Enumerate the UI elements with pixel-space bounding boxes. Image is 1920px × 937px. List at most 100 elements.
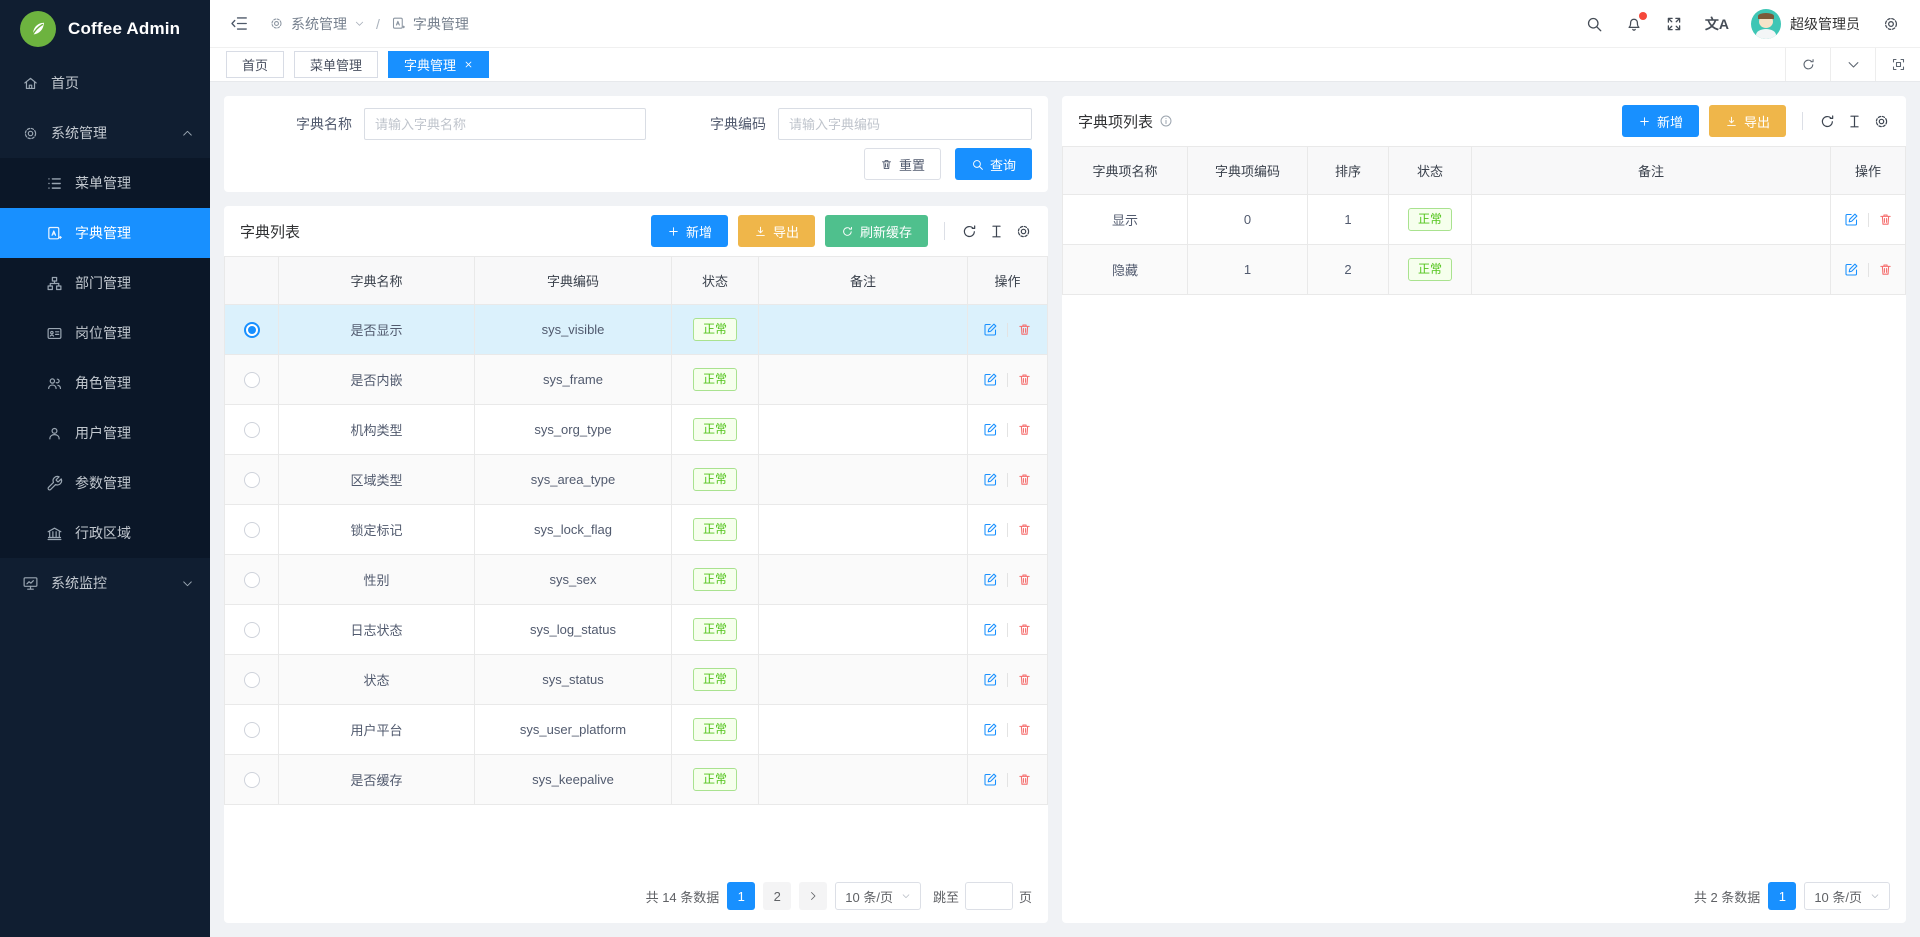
roles-icon <box>46 375 63 392</box>
cell-code: sys_lock_flag <box>475 505 672 555</box>
page-2-button[interactable]: 2 <box>763 882 791 910</box>
user-menu[interactable]: 超级管理员 <box>1751 9 1860 39</box>
column-settings-icon[interactable] <box>1873 113 1890 130</box>
edit-icon[interactable] <box>1844 212 1859 227</box>
chevron-down-icon <box>1846 57 1861 72</box>
row-radio[interactable] <box>244 322 260 338</box>
row-radio[interactable] <box>244 672 260 688</box>
delete-icon[interactable] <box>1017 572 1032 587</box>
add-item-button[interactable]: 新增 <box>1622 105 1699 137</box>
edit-icon[interactable] <box>983 422 998 437</box>
edit-icon[interactable] <box>983 772 998 787</box>
edit-icon[interactable] <box>983 622 998 637</box>
cell-code: sys_frame <box>475 355 672 405</box>
reload-table-icon[interactable] <box>1819 113 1836 130</box>
dict-name-input[interactable] <box>364 108 646 140</box>
page-1-button[interactable]: 1 <box>727 882 755 910</box>
next-page-button[interactable] <box>799 882 827 910</box>
sidebar-item-monitor[interactable]: 系统监控 <box>0 558 210 608</box>
table-row[interactable]: 是否显示 sys_visible 正常 <box>225 305 1048 355</box>
sidebar-item-role-mgmt[interactable]: 角色管理 <box>0 358 210 408</box>
table-row[interactable]: 机构类型 sys_org_type 正常 <box>225 405 1048 455</box>
notification-bell[interactable] <box>1625 15 1643 33</box>
edit-icon[interactable] <box>983 472 998 487</box>
export-button[interactable]: 导出 <box>738 215 815 247</box>
fullscreen-icon[interactable] <box>1665 15 1683 33</box>
edit-icon[interactable] <box>983 522 998 537</box>
dict-code-input[interactable] <box>778 108 1032 140</box>
delete-icon[interactable] <box>1017 322 1032 337</box>
reset-button[interactable]: 重置 <box>864 148 941 180</box>
delete-icon[interactable] <box>1017 672 1032 687</box>
table-row[interactable]: 状态 sys_status 正常 <box>225 655 1048 705</box>
translate-icon[interactable]: 文A <box>1705 17 1729 31</box>
refresh-cache-button[interactable]: 刷新缓存 <box>825 215 928 247</box>
row-radio[interactable] <box>244 522 260 538</box>
query-button[interactable]: 查询 <box>955 148 1032 180</box>
sidebar-item-user-mgmt[interactable]: 用户管理 <box>0 408 210 458</box>
sidebar-item-system[interactable]: 系统管理 <box>0 108 210 158</box>
row-radio[interactable] <box>244 772 260 788</box>
column-settings-icon[interactable] <box>1015 223 1032 240</box>
delete-icon[interactable] <box>1017 372 1032 387</box>
jump-page-input[interactable] <box>965 882 1013 910</box>
density-icon[interactable] <box>1846 113 1863 130</box>
breadcrumb-section[interactable]: 系统管理 <box>291 14 347 34</box>
delete-icon[interactable] <box>1878 212 1893 227</box>
edit-icon[interactable] <box>983 322 998 337</box>
delete-icon[interactable] <box>1878 262 1893 277</box>
sidebar-item-dept-mgmt[interactable]: 部门管理 <box>0 258 210 308</box>
table-row[interactable]: 隐藏 1 2 正常 <box>1063 245 1906 295</box>
settings-gear-icon[interactable] <box>1882 15 1900 33</box>
sidebar-item-post-mgmt[interactable]: 岗位管理 <box>0 308 210 358</box>
reload-table-icon[interactable] <box>961 223 978 240</box>
add-button[interactable]: 新增 <box>651 215 728 247</box>
delete-icon[interactable] <box>1017 422 1032 437</box>
tab-options-button[interactable] <box>1830 48 1875 81</box>
row-radio[interactable] <box>244 722 260 738</box>
page-size-select[interactable]: 10 条/页 <box>835 882 921 910</box>
table-row[interactable]: 显示 0 1 正常 <box>1063 195 1906 245</box>
search-icon[interactable] <box>1585 15 1603 33</box>
delete-icon[interactable] <box>1017 622 1032 637</box>
delete-icon[interactable] <box>1017 522 1032 537</box>
delete-icon[interactable] <box>1017 722 1032 737</box>
delete-icon[interactable] <box>1017 472 1032 487</box>
table-row[interactable]: 锁定标记 sys_lock_flag 正常 <box>225 505 1048 555</box>
edit-icon[interactable] <box>1844 262 1859 277</box>
table-row[interactable]: 区域类型 sys_area_type 正常 <box>225 455 1048 505</box>
refresh-page-button[interactable] <box>1785 48 1830 81</box>
edit-icon[interactable] <box>983 722 998 737</box>
page-1-button[interactable]: 1 <box>1768 882 1796 910</box>
edit-icon[interactable] <box>983 572 998 587</box>
row-radio[interactable] <box>244 572 260 588</box>
table-row[interactable]: 是否缓存 sys_keepalive 正常 <box>225 755 1048 805</box>
edit-icon[interactable] <box>983 672 998 687</box>
delete-icon[interactable] <box>1017 772 1032 787</box>
tab-bar: 首页 菜单管理 字典管理 <box>210 48 1920 82</box>
tab-menu-mgmt[interactable]: 菜单管理 <box>294 51 378 78</box>
tab-home[interactable]: 首页 <box>226 51 284 78</box>
page-size-select[interactable]: 10 条/页 <box>1804 882 1890 910</box>
table-row[interactable]: 是否内嵌 sys_frame 正常 <box>225 355 1048 405</box>
sidebar-item-home[interactable]: 首页 <box>0 58 210 108</box>
sidebar-item-param-mgmt[interactable]: 参数管理 <box>0 458 210 508</box>
export-items-button[interactable]: 导出 <box>1709 105 1786 137</box>
sidebar-item-dict-mgmt[interactable]: 字典管理 <box>0 208 210 258</box>
maximize-button[interactable] <box>1875 48 1920 81</box>
table-row[interactable]: 用户平台 sys_user_platform 正常 <box>225 705 1048 755</box>
row-radio[interactable] <box>244 422 260 438</box>
sidebar-collapse-icon[interactable] <box>230 14 249 33</box>
sidebar-item-menu-mgmt[interactable]: 菜单管理 <box>0 158 210 208</box>
tab-dict-mgmt[interactable]: 字典管理 <box>388 51 489 78</box>
table-row[interactable]: 性别 sys_sex 正常 <box>225 555 1048 605</box>
row-radio[interactable] <box>244 372 260 388</box>
row-radio[interactable] <box>244 472 260 488</box>
close-icon[interactable] <box>464 60 473 69</box>
edit-icon[interactable] <box>983 372 998 387</box>
density-icon[interactable] <box>988 223 1005 240</box>
sidebar-item-region[interactable]: 行政区域 <box>0 508 210 558</box>
chevron-up-icon <box>181 127 194 140</box>
row-radio[interactable] <box>244 622 260 638</box>
table-row[interactable]: 日志状态 sys_log_status 正常 <box>225 605 1048 655</box>
